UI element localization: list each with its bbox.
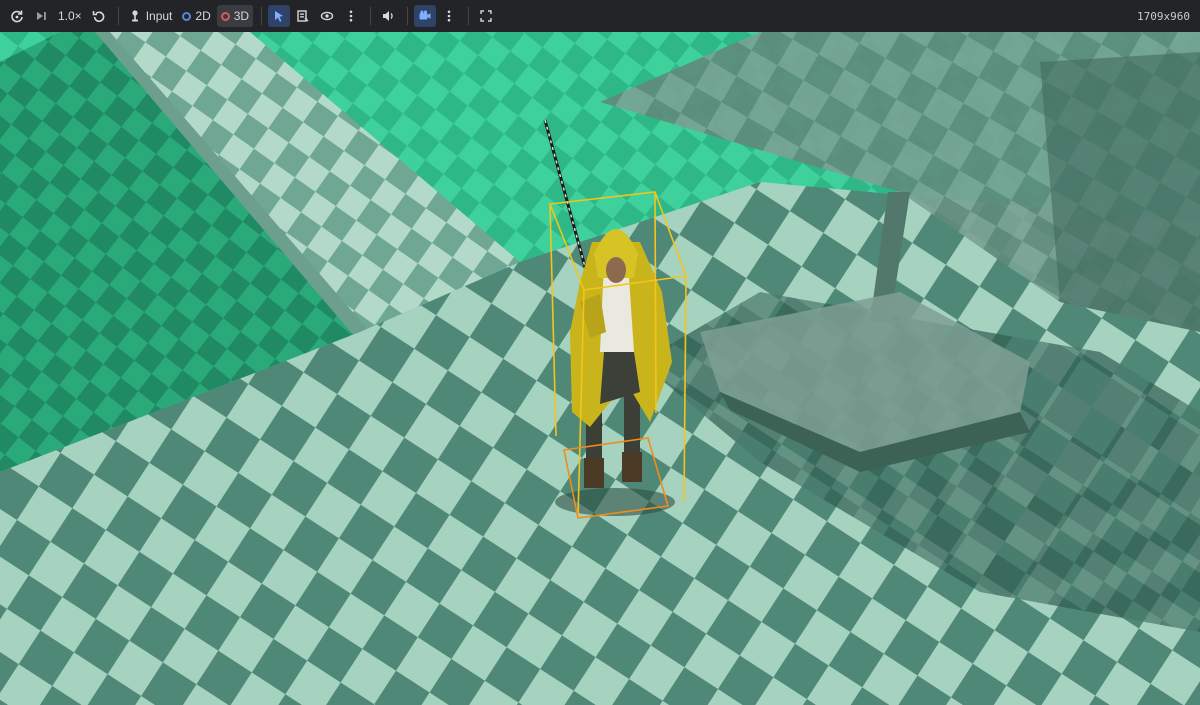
scene-render [0, 32, 1200, 705]
resolution-label: 1709x960 [1137, 9, 1190, 23]
separator [370, 7, 372, 25]
audio-button[interactable] [377, 5, 399, 27]
select-tool-button[interactable] [268, 5, 291, 27]
mode-3d-button[interactable]: 3D [216, 5, 254, 27]
step-forward-button[interactable] [30, 5, 52, 27]
input-label: Input [145, 9, 173, 23]
toolbar: 1.0× Input 2D 3D 1709x960 [0, 0, 1200, 32]
mode-3d-icon [220, 11, 230, 21]
kebab-menu-icon [442, 9, 456, 23]
kebab-menu-icon [344, 9, 358, 23]
list-icon [296, 9, 310, 23]
speaker-icon [381, 9, 395, 23]
separator [117, 7, 119, 25]
mode-3d-label: 3D [233, 9, 250, 23]
step-forward-icon [34, 9, 48, 23]
list-button[interactable] [292, 5, 314, 27]
camera-icon [418, 9, 432, 23]
separator [468, 7, 470, 25]
fullscreen-button[interactable] [475, 5, 497, 27]
fullscreen-icon [479, 9, 493, 23]
joystick-icon [129, 9, 143, 23]
more-button[interactable] [340, 5, 362, 27]
camera-options-button[interactable] [438, 5, 460, 27]
mode-2d-icon [182, 11, 192, 21]
reset-icon [92, 9, 106, 23]
input-button[interactable]: Input [125, 5, 177, 27]
speed-button[interactable]: 1.0× [54, 5, 86, 27]
speed-label: 1.0× [58, 9, 82, 23]
mode-2d-label: 2D [195, 9, 211, 23]
separator [261, 7, 263, 25]
mode-2d-button[interactable]: 2D [178, 5, 214, 27]
camera-button[interactable] [414, 5, 437, 27]
eye-icon [320, 9, 334, 23]
reload-button[interactable] [6, 5, 28, 27]
reset-button[interactable] [88, 5, 110, 27]
select-cursor-icon [272, 9, 286, 23]
separator [407, 7, 409, 25]
reload-icon [10, 9, 24, 23]
visibility-button[interactable] [316, 5, 338, 27]
game-viewport[interactable] [0, 32, 1200, 705]
